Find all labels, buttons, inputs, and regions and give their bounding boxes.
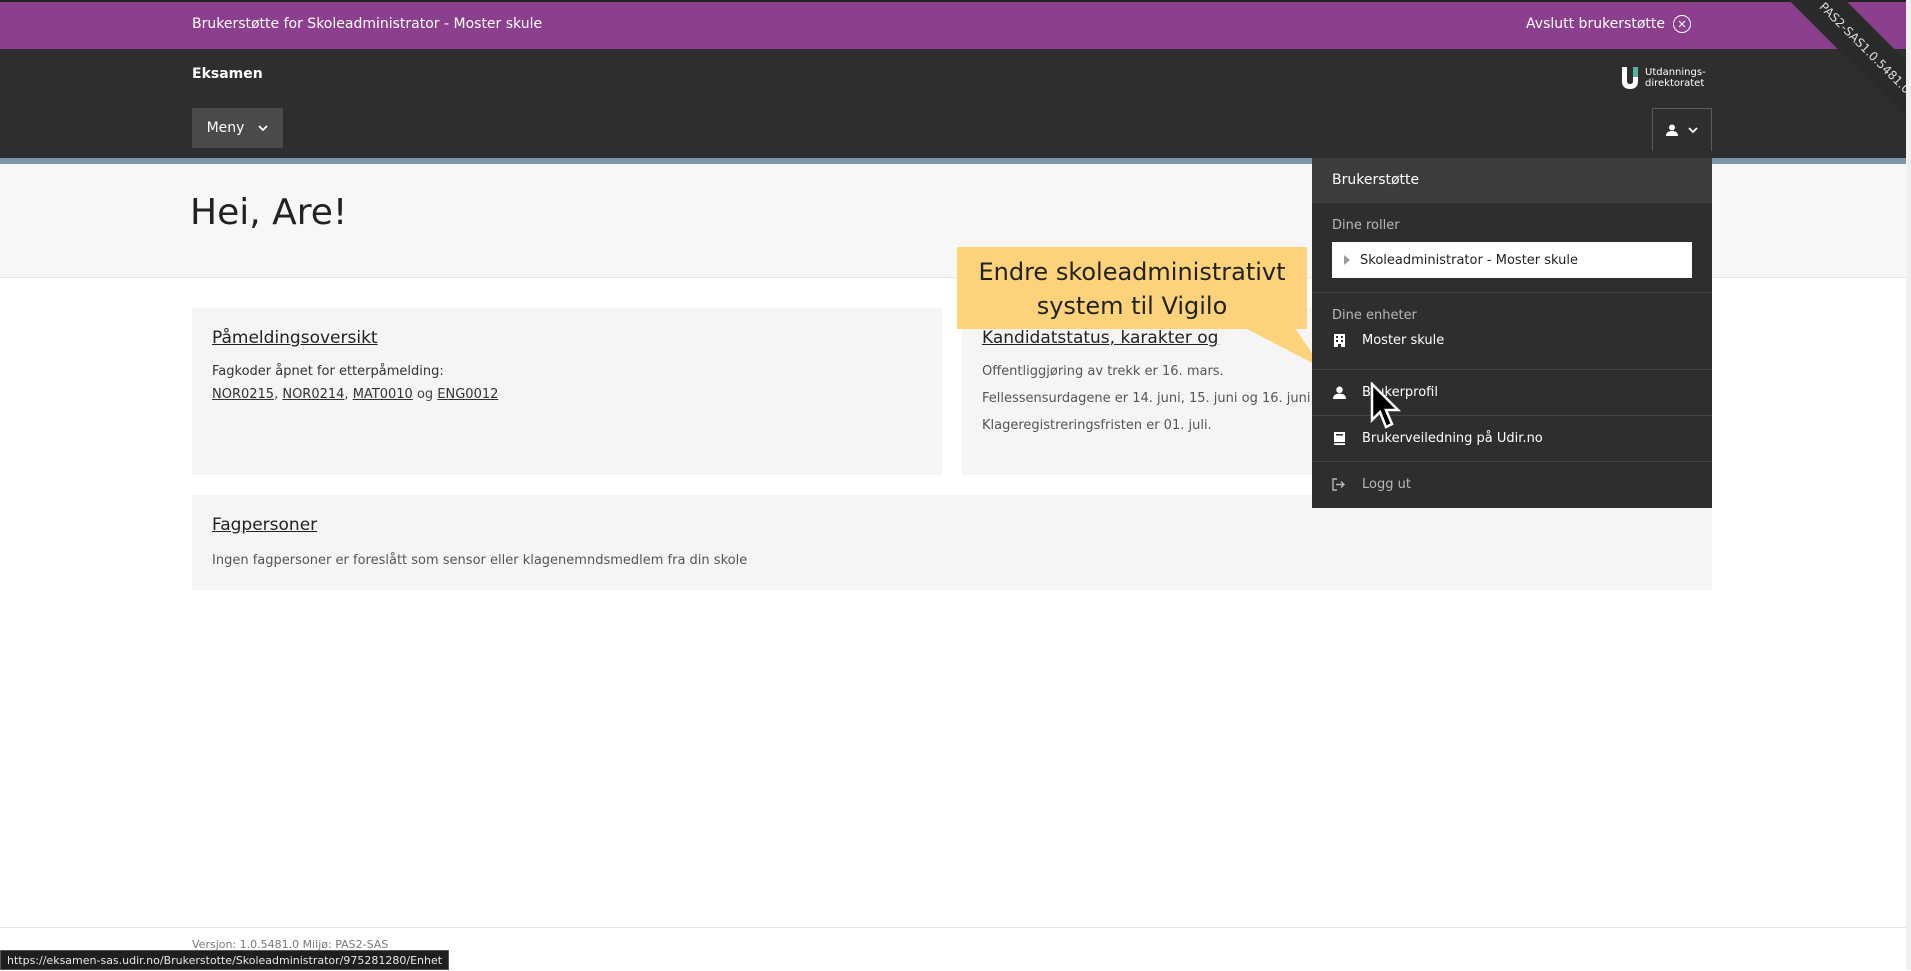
logout-item[interactable]: Logg ut [1332, 477, 1411, 492]
logout-label: Logg ut [1362, 477, 1411, 492]
scrollbar[interactable] [1906, 0, 1911, 970]
browser-status-url: https://eksamen-sas.udir.no/Brukerstotte… [0, 950, 450, 970]
chevron-down-icon [1688, 126, 1698, 133]
pamelding-link[interactable]: Påmeldingsoversikt [212, 328, 922, 348]
user-guide-item[interactable]: Brukerveiledning på Udir.no [1332, 431, 1543, 446]
subject-code-link[interactable]: MAT0010 [353, 387, 413, 402]
udir-logo[interactable]: Utdannings- direktoratet [1620, 65, 1706, 91]
annotation-callout: Endre skoleadministrativt system til Vig… [957, 247, 1307, 329]
roles-label: Dine roller [1332, 218, 1400, 233]
end-support-button[interactable]: Avslutt brukerstøtte ✕ [1526, 15, 1691, 33]
pamelding-card: Påmeldingsoversikt Fagkoder åpnet for et… [192, 308, 942, 475]
dropdown-header: Brukerstøtte [1312, 158, 1712, 203]
unit-item[interactable]: Moster skule [1332, 333, 1444, 348]
pamelding-subtitle: Fagkoder åpnet for etterpåmelding: [212, 364, 444, 379]
menu-button[interactable]: Meny [192, 108, 283, 148]
greeting-heading: Hei, Are! [190, 192, 348, 233]
user-icon [1666, 124, 1678, 136]
caret-right-icon [1344, 255, 1350, 265]
close-circle-icon: ✕ [1673, 15, 1691, 33]
user-guide-label: Brukerveiledning på Udir.no [1362, 431, 1543, 446]
app-name[interactable]: Eksamen [192, 66, 263, 82]
fagpersoner-link[interactable]: Fagpersoner [212, 515, 1692, 535]
units-label: Dine enheter [1332, 308, 1417, 323]
role-selector[interactable]: Skoleadministrator - Moster skule [1332, 242, 1692, 278]
role-selected: Skoleadministrator - Moster skule [1360, 252, 1579, 268]
divider [1312, 292, 1712, 293]
site-header: Eksamen Utdannings- direktoratet Meny [0, 49, 1911, 158]
footer-divider [0, 927, 1911, 928]
divider [1312, 369, 1712, 370]
fagpersoner-text: Ingen fagpersoner er foreslått som senso… [212, 553, 748, 568]
divider [1312, 461, 1712, 462]
end-support-label: Avslutt brukerstøtte [1526, 16, 1665, 32]
udir-logo-text: Utdannings- direktoratet [1645, 67, 1706, 89]
subject-code-link[interactable]: NOR0214 [282, 387, 344, 402]
user-icon [1332, 386, 1346, 400]
logout-icon [1332, 478, 1346, 492]
unit-label: Moster skule [1362, 333, 1445, 348]
user-dropdown-menu: Brukerstøtte Dine roller Skoleadministra… [1312, 158, 1712, 508]
menu-label: Meny [206, 120, 245, 136]
mouse-cursor-icon [1370, 382, 1402, 429]
subject-code-link[interactable]: ENG0012 [437, 387, 498, 402]
chevron-down-icon [258, 124, 269, 131]
subject-codes: NOR0215, NOR0214, MAT0010 og ENG0012 [212, 387, 499, 402]
building-icon [1332, 334, 1346, 348]
support-mode-title: Brukerstøtte for Skoleadministrator - Mo… [192, 16, 543, 32]
udir-logo-icon [1622, 67, 1638, 89]
fagpersoner-card: Fagpersoner Ingen fagpersoner er foreslå… [192, 495, 1712, 590]
subject-code-link[interactable]: NOR0215 [212, 387, 274, 402]
book-icon [1332, 432, 1346, 446]
user-menu-button[interactable] [1652, 108, 1712, 151]
support-mode-bar: Brukerstøtte for Skoleadministrator - Mo… [0, 0, 1911, 49]
